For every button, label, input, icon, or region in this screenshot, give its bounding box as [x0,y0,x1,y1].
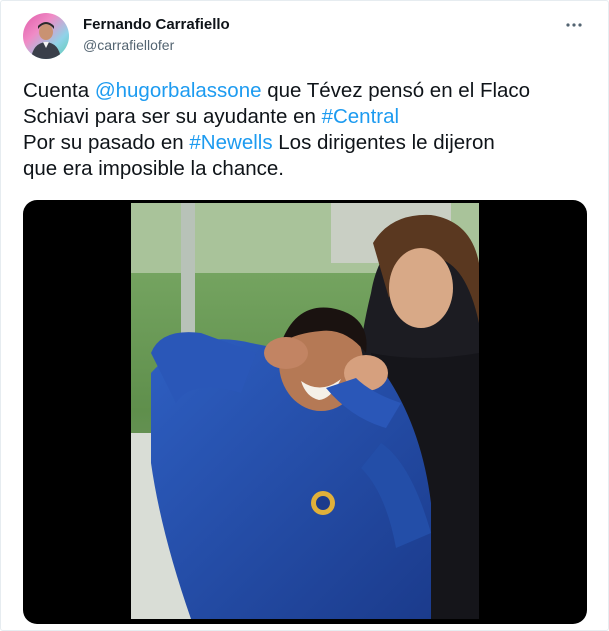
hashtag-link[interactable]: #Central [322,105,400,128]
tweet-photo[interactable] [23,200,587,624]
tweet-text-segment: Schiavi para ser su ayudante en [23,105,322,128]
tweet-text-line: que era imposible la chance. [23,156,593,182]
author-handle[interactable]: @carrafiellofer [83,37,174,53]
more-dots-icon[interactable] [562,13,586,37]
tweet-text-segment: que era imposible la chance. [23,157,284,180]
hashtag-link[interactable]: #Newells [189,131,272,154]
author-avatar[interactable] [23,13,69,59]
author-name[interactable]: Fernando Carrafiello [83,16,230,33]
tweet-text-segment: Por su pasado en [23,131,190,154]
tweet-text-line: Por su pasado en #Newells Los dirigentes… [23,130,593,156]
tweet-card: Fernando Carrafiello @carrafiellofer Cue… [0,0,609,631]
mention-link[interactable]: @hugorbalassone [95,79,262,102]
tweet-text-segment: Cuenta [23,79,95,102]
tweet-text: Cuenta @hugorbalassone que Tévez pensó e… [23,78,593,182]
tweet-text-segment: que Tévez pensó en el Flaco [261,79,531,102]
tweet-text-segment: Los dirigentes le dijeron [272,131,495,154]
photo-image [131,203,479,619]
tweet-text-line: Schiavi para ser su ayudante en #Central [23,104,593,130]
tweet-text-line: Cuenta @hugorbalassone que Tévez pensó e… [23,78,593,104]
